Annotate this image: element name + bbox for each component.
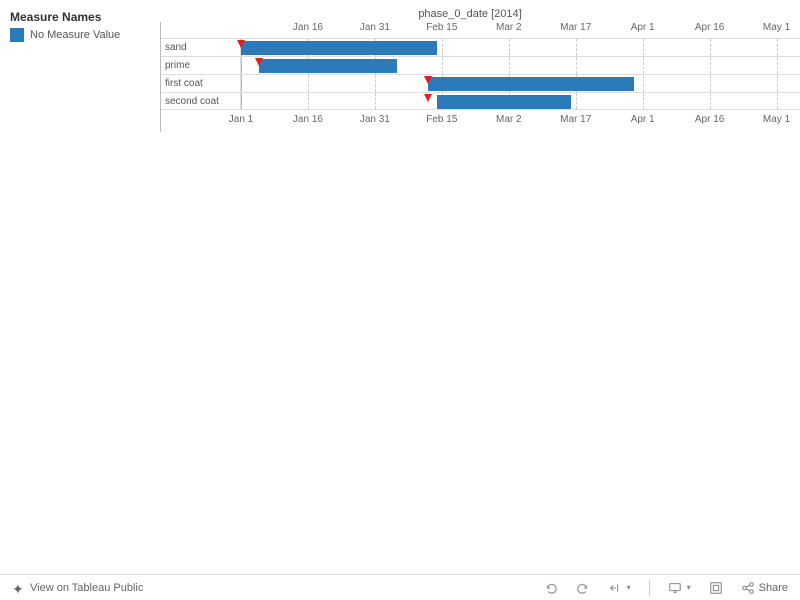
gantt-chart: Jan 16 Jan 31 Feb 15 Mar 2 Mar 17 Apr 1 Apr 16… [160, 22, 800, 132]
gantt-bar[interactable] [428, 77, 633, 91]
chevron-down-icon: ▾ [627, 583, 631, 592]
gridline [710, 39, 711, 56]
gridline [576, 93, 577, 109]
redo-icon [576, 581, 590, 595]
tick-label: Apr 1 [631, 22, 655, 33]
tick-label: Mar 2 [496, 22, 522, 33]
marker-icon [237, 40, 245, 48]
chart-area: phase_0_date [2014] Jan 16 Jan 31 Feb 15 Ma… [160, 8, 800, 132]
tableau-logo-icon [12, 581, 26, 595]
tick-label: Jan 31 [360, 22, 390, 33]
row-label: sand [161, 39, 241, 56]
gridline [777, 57, 778, 74]
tick-label: Mar 2 [496, 114, 522, 125]
gridline [509, 39, 510, 56]
chart-row: first coat [161, 74, 800, 92]
toolbar: View on Tableau Public ▾ ▾ Share [0, 574, 800, 600]
row-label: first coat [161, 75, 241, 92]
gridline [442, 57, 443, 74]
gridline [643, 75, 644, 92]
gridline [308, 75, 309, 92]
gridline [375, 93, 376, 109]
toolbar-separator [649, 580, 650, 596]
fullscreen-button[interactable] [705, 579, 727, 597]
marker-icon [424, 76, 432, 84]
share-button[interactable]: Share [737, 579, 792, 597]
tick-label: Jan 16 [293, 114, 323, 125]
share-label: Share [759, 582, 788, 594]
gridline [509, 57, 510, 74]
gridline [643, 39, 644, 56]
tick-label: May 1 [763, 114, 790, 125]
chart-rows: sandprimefirst coatsecond coat [161, 38, 800, 110]
share-icon [741, 581, 755, 595]
gridline [777, 39, 778, 56]
gridline [777, 93, 778, 109]
legend-swatch [10, 28, 24, 42]
marker-icon [255, 58, 263, 66]
marker-icon [424, 94, 432, 102]
tick-label: Jan 31 [360, 114, 390, 125]
undo-button[interactable] [540, 579, 562, 597]
device-icon [668, 581, 682, 595]
bottom-axis: Jan 1 Jan 16 Jan 31 Feb 15 Mar 2 Mar 17 Apr 1 A… [161, 112, 800, 128]
gantt-bar[interactable] [437, 95, 571, 109]
row-label: prime [161, 57, 241, 74]
gridline [576, 39, 577, 56]
gridline [710, 57, 711, 74]
row-label: second coat [161, 93, 241, 109]
gridline [308, 93, 309, 109]
legend-title: Measure Names [10, 10, 160, 24]
legend-label: No Measure Value [30, 29, 120, 41]
chart-row: sand [161, 38, 800, 56]
tick-label: Mar 17 [560, 114, 591, 125]
row-track [241, 75, 800, 92]
tick-label: Apr 1 [631, 114, 655, 125]
redo-button[interactable] [572, 579, 594, 597]
gantt-bar[interactable] [259, 59, 397, 73]
tick-label: Apr 16 [695, 22, 724, 33]
undo-icon [544, 581, 558, 595]
fullscreen-icon [709, 581, 723, 595]
row-track [241, 39, 800, 56]
tick-label: May 1 [763, 22, 790, 33]
gridline [643, 93, 644, 109]
revert-button[interactable]: ▾ [604, 579, 635, 597]
revert-icon [608, 581, 622, 595]
gridline [442, 39, 443, 56]
tick-label: Mar 17 [560, 22, 591, 33]
chart-row: second coat [161, 92, 800, 110]
gridline [710, 93, 711, 109]
tick-label: Jan 1 [229, 114, 253, 125]
tick-label: Apr 16 [695, 114, 724, 125]
view-label: View on Tableau Public [30, 582, 143, 594]
top-axis: Jan 16 Jan 31 Feb 15 Mar 2 Mar 17 Apr 1 Apr 16… [161, 22, 800, 38]
tick-label: Jan 16 [293, 22, 323, 33]
chevron-down-icon: ▾ [687, 583, 691, 592]
tick-label: Feb 15 [426, 22, 457, 33]
gridline [710, 75, 711, 92]
view-on-tableau-button[interactable]: View on Tableau Public [8, 579, 147, 597]
gridline [375, 75, 376, 92]
chart-title: phase_0_date [2014] [160, 8, 800, 20]
row-track [241, 57, 800, 74]
gridline [777, 75, 778, 92]
gantt-bar[interactable] [241, 41, 437, 55]
gridline [643, 57, 644, 74]
tick-label: Feb 15 [426, 114, 457, 125]
gridline [576, 57, 577, 74]
chart-row: prime [161, 56, 800, 74]
device-button[interactable]: ▾ [664, 579, 695, 597]
legend-panel: Measure Names No Measure Value [10, 8, 160, 132]
row-track [241, 93, 800, 109]
legend-item[interactable]: No Measure Value [10, 28, 160, 42]
